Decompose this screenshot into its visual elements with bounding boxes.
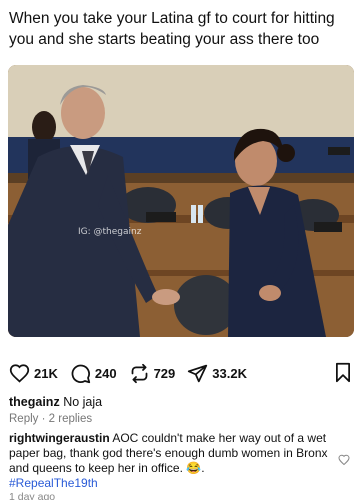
reply-link[interactable]: Reply (9, 413, 38, 425)
bookmark-icon (336, 362, 350, 383)
share-button[interactable]: 33.2K (187, 363, 247, 384)
heart-icon (9, 363, 30, 383)
post-caption: When you take your Latina gf to court fo… (9, 10, 335, 48)
watermark: IG: @thegainz (78, 227, 142, 237)
view-replies-link[interactable]: 2 replies (49, 413, 92, 425)
comment-item: thegainz No jaja (9, 394, 102, 410)
comment-username[interactable]: rightwingeraustin (9, 431, 110, 445)
comment-item: rightwingeraustin AOC couldn't make her … (9, 431, 331, 491)
share-count: 33.2K (212, 365, 247, 381)
comment-count: 240 (94, 365, 117, 381)
repost-button[interactable]: 729 (129, 363, 176, 384)
comment-like-heart-icon[interactable] (338, 454, 350, 466)
comment-icon (71, 364, 90, 383)
repost-count: 729 (153, 365, 176, 381)
like-button[interactable]: 21K (9, 363, 58, 384)
post-photo[interactable]: IG: @thegainz (8, 65, 354, 337)
comment-meta: Reply · 2 replies (9, 413, 92, 425)
action-bar: 21K 240 729 33.2K (9, 362, 354, 384)
repost-icon (131, 363, 147, 383)
comment-button[interactable]: 240 (70, 363, 117, 384)
laughing-emoji: 😂 (186, 461, 202, 475)
bookmark-button[interactable] (334, 362, 352, 388)
comment-text: No jaja (63, 395, 103, 409)
meta-separator: · (41, 413, 46, 425)
comment-text-end: . (201, 461, 205, 475)
share-icon (188, 364, 208, 382)
hearing-room-image (8, 65, 354, 337)
hashtag-link[interactable]: #RepealThe19th (9, 476, 98, 490)
comment-username[interactable]: thegainz (9, 395, 60, 409)
like-count: 21K (34, 365, 58, 381)
comment-timestamp: 1 day ago (9, 491, 56, 500)
